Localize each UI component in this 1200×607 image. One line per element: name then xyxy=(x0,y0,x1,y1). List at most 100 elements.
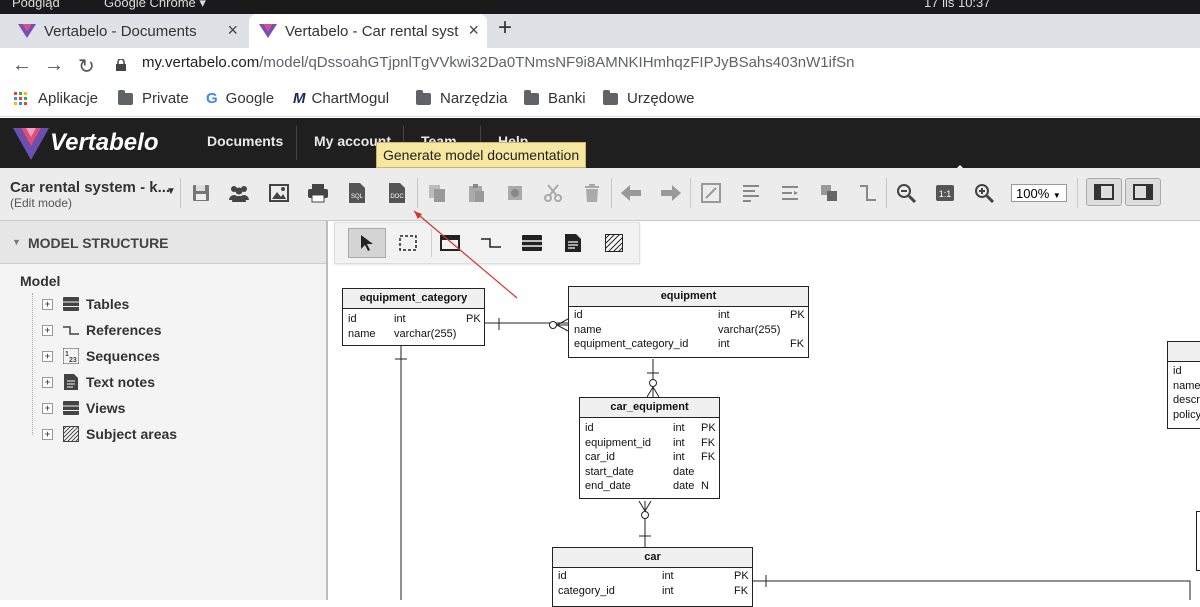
forward-arrow-icon[interactable]: → xyxy=(44,54,64,77)
zoom-out-icon[interactable] xyxy=(895,182,917,204)
tree-root-model[interactable]: Model xyxy=(20,273,60,289)
svg-text:1:1: 1:1 xyxy=(939,189,952,199)
redo-arrow-icon[interactable] xyxy=(660,182,682,204)
er-column-row[interactable]: category_id int FK xyxy=(553,584,752,599)
folder-icon xyxy=(524,89,539,105)
bookmark-urzedowe[interactable]: Urzędowe xyxy=(603,89,695,107)
bookmark-narzedzia[interactable]: Narzędzia xyxy=(416,89,508,107)
bookmark-private[interactable]: Private xyxy=(118,89,189,107)
bookmark-apps[interactable]: Aplikacje xyxy=(14,90,98,107)
tab-car-rental[interactable]: Vertabelo - Car rental syst × xyxy=(249,14,487,48)
column-name: start_date xyxy=(585,465,634,478)
undo-arrow-icon[interactable] xyxy=(620,182,642,204)
lock-icon[interactable] xyxy=(116,59,126,71)
tree-item-subject-areas[interactable]: + Subject areas xyxy=(42,424,177,444)
os-clock[interactable]: 17 lis 10:37 xyxy=(924,0,991,10)
column-type: int xyxy=(718,338,730,350)
er-table-car-equipment[interactable]: car_equipment id int PK equipment_id int FK … xyxy=(579,397,720,499)
er-column-row[interactable]: start_date date xyxy=(580,465,719,480)
tree-item-text-notes[interactable]: + Text notes xyxy=(42,372,155,392)
users-icon[interactable] xyxy=(228,182,250,204)
copy-icon[interactable] xyxy=(426,182,448,204)
image-icon[interactable] xyxy=(268,182,290,204)
save-icon[interactable] xyxy=(190,182,212,204)
reload-icon[interactable]: ↻ xyxy=(78,54,95,79)
er-table-equipment-category[interactable]: equipment_category id int PK name varchar(2… xyxy=(342,288,485,346)
align-icon[interactable] xyxy=(740,182,762,204)
expand-icon[interactable]: + xyxy=(42,350,53,362)
er-table-partial[interactable]: id name descr policy xyxy=(1167,341,1200,429)
distribute-icon[interactable] xyxy=(779,182,801,204)
column-key: N xyxy=(701,480,709,492)
generate-doc-icon[interactable]: DOC xyxy=(386,182,408,204)
er-column-row[interactable]: equipment_category_id int FK xyxy=(569,337,808,352)
google-icon: G xyxy=(206,90,218,107)
tree-item-references[interactable]: + References xyxy=(42,320,162,340)
er-column-row[interactable]: id int PK xyxy=(343,312,484,327)
paste-icon[interactable] xyxy=(465,182,487,204)
tree-item-tables[interactable]: + Tables xyxy=(42,294,129,314)
er-column-row[interactable]: id int PK xyxy=(580,421,719,436)
view-icon xyxy=(63,401,79,415)
back-arrow-icon[interactable]: ← xyxy=(12,54,32,77)
close-icon[interactable]: × xyxy=(227,20,238,41)
column-key: PK xyxy=(734,570,749,582)
collapse-caret-icon[interactable]: ▼ xyxy=(12,237,21,247)
bookmark-google[interactable]: G Google xyxy=(206,90,274,107)
bookmark-chartmogul[interactable]: M ChartMogul xyxy=(293,90,389,107)
er-column-row[interactable]: name varchar(255) xyxy=(569,323,808,338)
diagram-canvas[interactable]: equipment_category id int PK name varchar(2… xyxy=(328,221,1200,607)
er-column-row[interactable]: id int PK xyxy=(553,569,752,584)
er-table-equipment[interactable]: equipment id int PK name varchar(255) equip… xyxy=(568,286,809,358)
expand-icon[interactable]: + xyxy=(42,402,53,414)
brand-name[interactable]: Vertabelo xyxy=(50,129,158,157)
er-column-row[interactable]: car_id int FK xyxy=(580,450,719,465)
group-icon[interactable] xyxy=(818,182,840,204)
expand-icon[interactable]: + xyxy=(42,428,53,440)
bookmark-banki[interactable]: Banki xyxy=(524,89,586,107)
expand-icon[interactable]: + xyxy=(42,376,53,388)
expand-icon[interactable]: + xyxy=(42,324,53,336)
sql-export-icon[interactable]: SQL xyxy=(346,182,368,204)
model-name[interactable]: Car rental system - k... xyxy=(10,179,170,196)
clone-icon[interactable] xyxy=(504,182,526,204)
er-column-row[interactable]: equipment_id int FK xyxy=(580,436,719,451)
er-column-row[interactable]: policy xyxy=(1168,408,1200,423)
zoom-in-icon[interactable] xyxy=(973,182,995,204)
layout-right-panel-button[interactable] xyxy=(1125,178,1161,206)
chartmogul-icon: M xyxy=(293,90,306,107)
menu-documents[interactable]: Documents xyxy=(207,133,283,149)
layout-left-panel-button[interactable] xyxy=(1086,178,1122,206)
url-input[interactable]: my.vertabelo.com/model/qDssoahGTjpnlTgVV… xyxy=(142,54,854,71)
vertabelo-logo-icon[interactable] xyxy=(12,124,50,162)
er-column-row[interactable]: id int PK xyxy=(569,308,808,323)
delete-icon[interactable] xyxy=(581,182,603,204)
cut-icon[interactable] xyxy=(542,182,564,204)
zoom-select[interactable]: 100% ▼ xyxy=(1011,184,1067,202)
zoom-value: 100% xyxy=(1016,186,1050,201)
os-browser-menu[interactable]: Google Chrome ▾ xyxy=(104,0,206,11)
er-column-row[interactable]: end_date date N xyxy=(580,479,719,494)
edit-icon[interactable] xyxy=(700,182,722,204)
er-column-row[interactable]: name xyxy=(1168,379,1200,394)
bookmark-label: Banki xyxy=(548,90,586,107)
actual-size-icon[interactable]: 1:1 xyxy=(934,182,956,204)
er-column-row[interactable]: descr xyxy=(1168,393,1200,408)
column-name: id xyxy=(348,313,357,325)
print-icon[interactable] xyxy=(307,182,329,204)
close-icon[interactable]: × xyxy=(468,20,479,41)
panel-header[interactable]: ▼ MODEL STRUCTURE xyxy=(0,221,326,264)
er-column-row[interactable]: name varchar(255) xyxy=(343,327,484,342)
route-line-icon[interactable] xyxy=(857,182,879,204)
er-table-offscreen-edge[interactable] xyxy=(1196,511,1200,571)
model-dropdown-icon[interactable]: ▼ xyxy=(166,186,176,197)
bookmarks-bar: Aplikacje Private G Google M ChartMogul Na… xyxy=(0,84,1200,117)
er-column-row[interactable]: id xyxy=(1168,364,1200,379)
tab-documents[interactable]: Vertabelo - Documents × xyxy=(0,14,246,48)
er-table-car[interactable]: car id int PK category_id int FK xyxy=(552,547,753,607)
tree-item-views[interactable]: + Views xyxy=(42,398,125,418)
tree-item-sequences[interactable]: + 1 23 Sequences xyxy=(42,346,160,366)
expand-icon[interactable]: + xyxy=(42,298,53,310)
os-app-label[interactable]: Podgląd xyxy=(12,0,60,10)
new-tab-button[interactable]: + xyxy=(498,14,512,42)
